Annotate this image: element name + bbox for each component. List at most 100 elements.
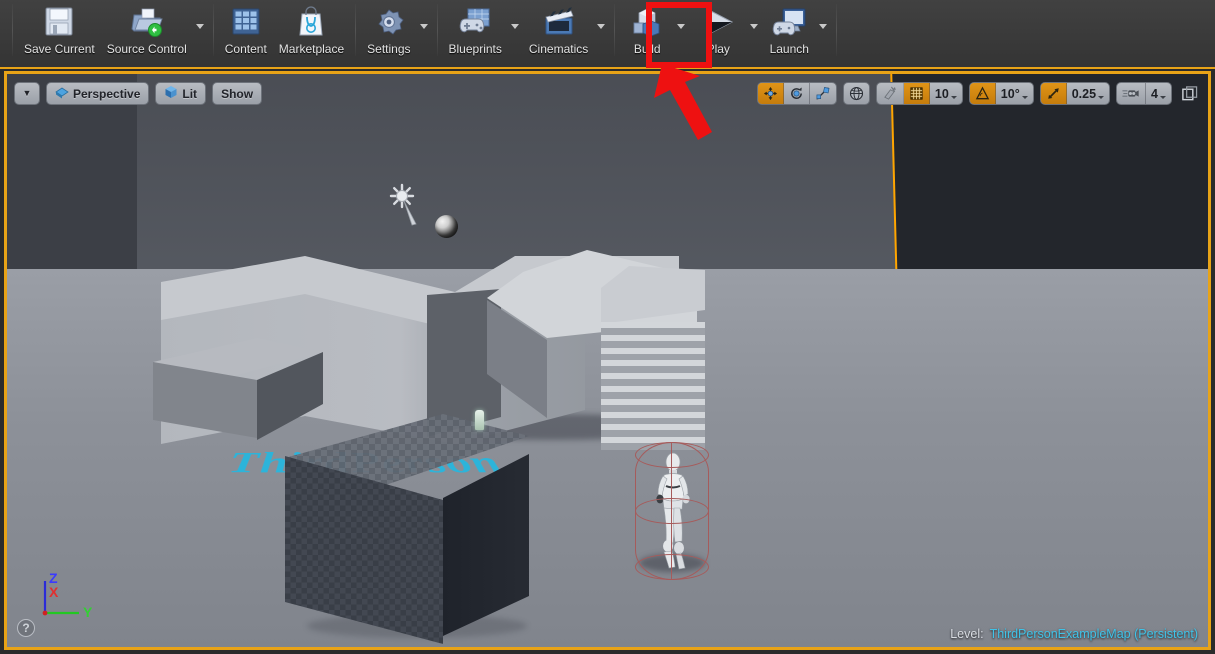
viewport-left-toolbar: ▼ Perspective Lit Show (14, 82, 263, 105)
surface-snap-icon (884, 86, 896, 100)
source-control-dropdown-arrow[interactable] (193, 2, 207, 52)
toolbar-separator (12, 4, 13, 56)
content-browser-icon (225, 4, 267, 40)
build-button[interactable]: Build (620, 0, 674, 67)
blueprint-gamepad-icon (454, 4, 496, 40)
viewport-show-menu-button[interactable]: Show (212, 82, 263, 105)
scale-arrow-icon (1047, 88, 1059, 99)
toolbar-group-content: Content Marketplace (219, 0, 350, 67)
source-control-label: Source Control (106, 42, 187, 56)
level-prefix-label: Level: (950, 627, 984, 641)
perspective-camera-icon (55, 86, 69, 102)
toolbar-separator (355, 4, 357, 56)
scale-snap-value[interactable]: 0.25 (1067, 83, 1109, 104)
scale-snap-group: 0.25 (1039, 82, 1111, 105)
move-gizmo-icon (763, 86, 777, 101)
launch-dropdown-arrow[interactable] (816, 2, 830, 52)
globe-icon (849, 86, 863, 101)
viewport-view-mode-button[interactable]: Perspective (46, 82, 150, 105)
build-label: Build (633, 42, 661, 56)
toolbar-separator (212, 4, 214, 56)
chevron-down-icon (1098, 95, 1105, 99)
surface-snap-button[interactable] (877, 83, 904, 104)
toolbar-separator (436, 4, 438, 56)
settings-dropdown-arrow[interactable] (417, 2, 431, 52)
lit-cube-icon (164, 85, 178, 102)
unreal-editor-window: Save Current Source Control Content Mark… (0, 0, 1215, 654)
launch-device-icon (768, 4, 810, 40)
toolbar-separator (614, 4, 616, 56)
camera-speed-value-label: 4 (1151, 86, 1158, 101)
grid-snap-toggle[interactable] (903, 83, 930, 104)
level-name-label: ThirdPersonExampleMap (Persistent) (989, 627, 1198, 641)
grid-snap-value[interactable]: 10 (930, 83, 962, 104)
maximize-panes-icon (1182, 86, 1198, 101)
gear-icon (368, 4, 410, 40)
scale-snap-value-label: 0.25 (1071, 86, 1097, 101)
chevron-down-icon (1160, 95, 1166, 99)
rotation-snap-value[interactable]: 10° (996, 83, 1033, 104)
chevron-down-icon (950, 95, 957, 99)
play-dropdown-arrow[interactable] (747, 2, 761, 52)
staircase (601, 322, 705, 451)
toolbar-separator (836, 4, 838, 56)
rotate-mode-button[interactable] (784, 83, 810, 104)
marketplace-button[interactable]: Marketplace (273, 0, 350, 67)
build-dropdown-arrow[interactable] (674, 2, 688, 52)
blueprints-button[interactable]: Blueprints (443, 0, 508, 67)
cinematics-button[interactable]: Cinematics (523, 0, 594, 67)
level-status-bar: Level: ThirdPersonExampleMap (Persistent… (950, 627, 1198, 641)
grid-snap-value-label: 10 (934, 86, 949, 101)
translate-mode-button[interactable] (757, 83, 784, 104)
transform-mode-group (756, 82, 837, 105)
angle-icon (975, 86, 990, 100)
scale-snap-toggle[interactable] (1040, 83, 1067, 104)
play-triangle-icon (697, 4, 739, 40)
launch-label: Launch (769, 42, 809, 56)
chevron-down-icon: ▼ (22, 88, 32, 98)
source-control-button[interactable]: Source Control (101, 0, 193, 67)
content-button[interactable]: Content (219, 0, 273, 67)
toolbar-group-settings: Settings (361, 0, 431, 67)
marketplace-label: Marketplace (278, 42, 345, 56)
camera-speed-value[interactable]: 4 (1146, 83, 1171, 104)
scale-mode-button[interactable] (810, 83, 836, 104)
rotation-snap-toggle[interactable] (969, 83, 996, 104)
viewport-lit-mode-button[interactable]: Lit (155, 82, 207, 105)
save-current-label: Save Current (24, 42, 95, 56)
maximize-viewport-button[interactable] (1178, 82, 1201, 105)
axis-label-y: Y (83, 604, 93, 620)
perspective-label: Perspective (73, 86, 141, 101)
snap-settings-group: 10 (875, 82, 963, 105)
capsule-axis-line (671, 442, 673, 580)
show-label: Show (221, 86, 254, 101)
cinematics-dropdown-arrow[interactable] (594, 2, 608, 52)
viewport-right-toolbar: 10 10° 0.25 4 (756, 82, 1201, 105)
cinematics-label: Cinematics (528, 42, 589, 56)
chevron-down-icon (1021, 95, 1028, 99)
source-control-icon (126, 4, 168, 40)
toolbar-group-play: Build Play Launch (620, 0, 831, 67)
scale-gizmo-icon (816, 87, 830, 100)
grid-icon (910, 87, 923, 100)
launch-button[interactable]: Launch (762, 0, 816, 67)
third-person-character[interactable] (635, 442, 709, 580)
help-icon[interactable]: ? (17, 619, 35, 637)
viewport-3d-scene[interactable]: ThirdPerson (7, 74, 1208, 647)
rotate-gizmo-icon (790, 87, 802, 99)
save-current-button[interactable]: Save Current (18, 0, 101, 67)
world-space-button[interactable] (844, 83, 869, 104)
sun-light-icon[interactable] (388, 182, 424, 228)
rotation-snap-value-label: 10° (1000, 86, 1020, 101)
blueprints-dropdown-arrow[interactable] (508, 2, 522, 52)
play-button[interactable]: Play (689, 0, 747, 67)
settings-button[interactable]: Settings (361, 0, 416, 67)
glow-pillar[interactable] (475, 410, 484, 430)
toolbar-group-file: Save Current Source Control (18, 0, 208, 67)
sphere-reflection-icon[interactable] (435, 215, 458, 238)
level-viewport[interactable]: ThirdPerson (4, 71, 1211, 650)
viewport-options-menu[interactable]: ▼ (14, 82, 40, 105)
toolbar-group-tools: Blueprints Cinematics (443, 0, 610, 67)
camera-speed-group: 4 (1116, 82, 1172, 105)
camera-speed-icon-cell[interactable] (1117, 83, 1147, 104)
